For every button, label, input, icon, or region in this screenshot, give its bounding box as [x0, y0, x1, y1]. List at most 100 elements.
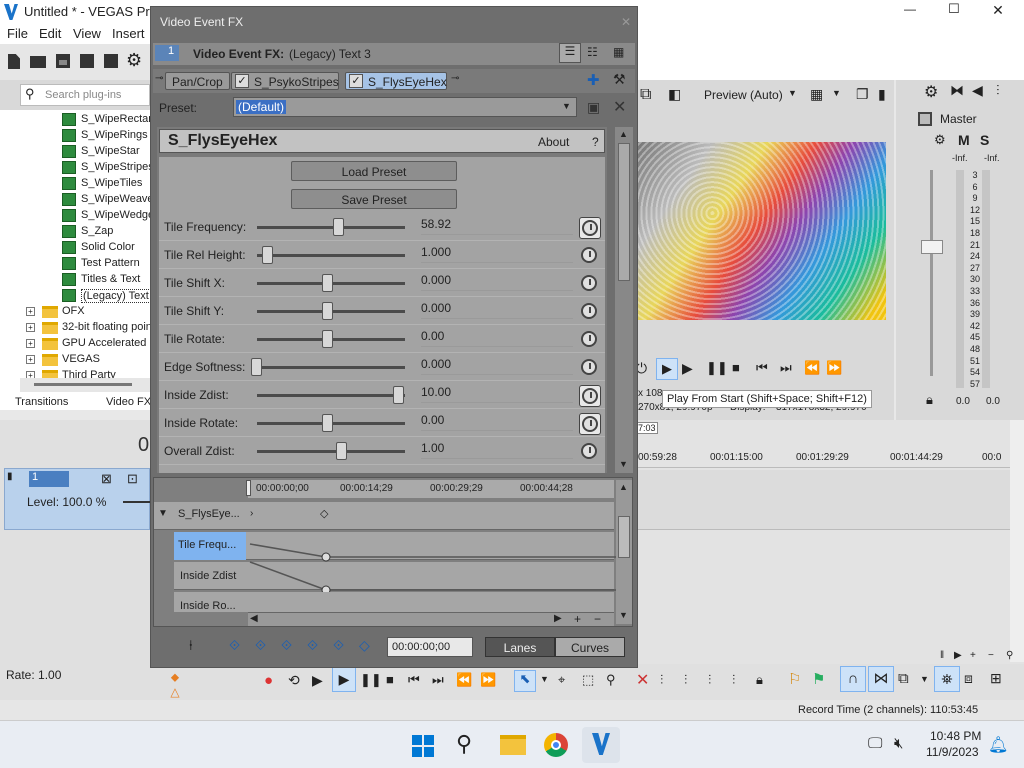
plugin-tree-item[interactable]: S_WipeRings — [0, 128, 150, 144]
go-start-button[interactable]: ⏮ — [408, 672, 420, 688]
dialog-close-button[interactable]: ✕ — [617, 13, 635, 31]
grid-view-icon[interactable]: ▦ — [613, 45, 624, 59]
zoom-icon[interactable]: ⚲ — [1006, 650, 1013, 661]
scroll-left-icon[interactable]: ‖ — [940, 650, 944, 661]
prev-frame-button-main[interactable]: ⏪ — [456, 672, 472, 688]
param-value[interactable]: 58.92 — [421, 213, 573, 235]
more-tools-icon[interactable]: ⊞ — [990, 670, 1002, 687]
about-button[interactable]: About — [538, 135, 569, 149]
plugin-scrollbar[interactable] — [20, 378, 150, 392]
zoom-out-icon[interactable]: − — [594, 612, 601, 626]
expand-icon[interactable]: + — [26, 323, 35, 332]
pause-button-main[interactable]: ❚❚ — [360, 672, 382, 688]
prev-keyframe-icon[interactable]: ⟐ — [255, 637, 266, 654]
play-from-start-button-main[interactable]: ▶ — [312, 672, 323, 689]
help-button[interactable]: ? — [592, 135, 599, 149]
kf-vscroll[interactable]: ▲ ▼ — [616, 480, 632, 624]
add-keyframe-icon[interactable]: ⟐ — [281, 637, 292, 654]
plugin-tree-item[interactable]: Titles & Text — [0, 272, 150, 288]
chevron-down-icon[interactable]: ▼ — [832, 88, 841, 98]
plugin-folder[interactable]: + GPU Accelerated — [0, 336, 150, 352]
kf-hscroll[interactable]: ◀ ▶ + − — [248, 612, 614, 626]
param-slider-thumb[interactable] — [322, 330, 333, 348]
zoom-out-icon[interactable]: − — [988, 650, 994, 661]
eq-icon[interactable]: ⫶ — [996, 82, 1000, 99]
plugin-tree-item[interactable]: S_WipeWeave — [0, 192, 150, 208]
chrome-icon[interactable] — [544, 733, 568, 757]
zoom-tool-icon[interactable]: ⚲ — [606, 672, 616, 688]
last-keyframe-icon[interactable]: ⟐ — [333, 637, 344, 654]
menu-file[interactable]: File — [7, 26, 28, 41]
trim-icon[interactable]: ⫶ — [660, 672, 663, 688]
animate-clock-icon[interactable] — [579, 217, 601, 239]
bypass-icon[interactable]: ⧓ — [950, 82, 964, 99]
next-frame-button-main[interactable]: ⏩ — [480, 672, 496, 688]
vertical-scrollbar[interactable] — [1010, 420, 1024, 662]
forward-button[interactable]: ⏩ — [826, 360, 842, 376]
delete-preset-icon[interactable]: ✕ — [613, 97, 626, 117]
sync-cursor-icon[interactable]: ⍿ — [189, 637, 193, 654]
clock-time[interactable]: 10:48 PM — [930, 729, 981, 743]
play-from-start-button[interactable]: ▶ — [656, 358, 678, 380]
plugin-tree-item[interactable]: S_WipeTiles — [0, 176, 150, 192]
search-box[interactable]: ⚲ Search plug-ins — [20, 84, 150, 106]
scroll-right-icon[interactable]: ▶ — [554, 613, 562, 624]
track-lane[interactable] — [636, 470, 1012, 530]
scroll-down-icon[interactable]: ▼ — [619, 459, 628, 469]
next-frame-button[interactable]: ⏭ — [780, 360, 792, 376]
loop-button[interactable]: ⟲ — [288, 672, 300, 689]
marker-icon[interactable]: ⚐ — [788, 670, 801, 688]
plugin-tree-item[interactable]: S_WipeWedge — [0, 208, 150, 224]
pause-button[interactable]: ❚❚ — [706, 360, 728, 376]
master-fader[interactable] — [921, 240, 943, 254]
speaker-icon[interactable]: ◀ — [972, 82, 983, 99]
split-screen-icon[interactable]: ⧉ — [640, 86, 651, 104]
track-level-slider[interactable] — [123, 501, 151, 503]
master-square-icon[interactable] — [918, 112, 932, 126]
save-preset-icon[interactable]: ▣ — [587, 99, 600, 116]
param-slider-thumb[interactable] — [336, 442, 347, 460]
normal-edit-tool-icon[interactable]: ⬉ — [514, 670, 536, 692]
gear-icon[interactable]: ⚙ — [126, 50, 142, 71]
kf-track-label[interactable]: Tile Frequ... — [174, 532, 246, 560]
param-slider-thumb[interactable] — [322, 274, 333, 292]
rate-slider[interactable]: ⬥ △ — [160, 670, 190, 699]
file-explorer-icon[interactable] — [500, 735, 526, 755]
auto-crossfade-icon[interactable]: ⋈ — [868, 666, 894, 692]
expand-icon[interactable]: + — [26, 339, 35, 348]
param-slider-track[interactable] — [257, 366, 405, 369]
menu-view[interactable]: View — [73, 26, 101, 41]
preview-quality-dropdown[interactable]: Preview (Auto) — [704, 88, 783, 102]
param-slider-thumb[interactable] — [322, 302, 333, 320]
playhead[interactable] — [246, 480, 251, 496]
scroll-right-icon[interactable]: ▶ — [954, 650, 962, 661]
solo-button[interactable]: S — [980, 132, 989, 148]
track-fx-icon[interactable]: ⊠ — [101, 471, 112, 487]
preset-dropdown[interactable]: (Default) ▼ — [233, 97, 577, 117]
gear-icon[interactable]: ⚙ — [924, 82, 938, 102]
volume-muted-icon[interactable]: 🔇︎ — [894, 735, 903, 752]
selection-tool-icon[interactable]: ⬚ — [582, 672, 594, 688]
vegas-taskbar-icon[interactable] — [582, 727, 620, 763]
scroll-up-icon[interactable]: ▲ — [619, 129, 628, 139]
minimize-button[interactable]: — — [896, 2, 924, 16]
save-as-icon[interactable] — [80, 54, 94, 68]
animate-clock-icon[interactable] — [579, 301, 601, 323]
animate-clock-icon[interactable] — [579, 413, 601, 435]
tab-transitions[interactable]: Transitions — [15, 396, 68, 408]
snap-icon[interactable]: ∩ — [840, 666, 866, 692]
plugin-folder[interactable]: + VEGAS — [0, 352, 150, 368]
scroll-up-icon[interactable]: ▲ — [619, 482, 628, 492]
tab-video-fx[interactable]: Video FX — [106, 396, 151, 408]
fx-gear-icon[interactable]: ⚙ — [934, 132, 946, 148]
ripple-icon[interactable]: ⧉ — [898, 670, 909, 687]
param-slider-thumb[interactable] — [251, 358, 262, 376]
plugin-tree-item[interactable]: Solid Color — [0, 240, 150, 256]
track-collapse-icon[interactable]: ▮ — [7, 471, 13, 482]
chevron-down-icon[interactable]: ▼ — [788, 88, 797, 98]
network-icon[interactable]: 🖵︎ — [868, 735, 882, 752]
animate-clock-icon[interactable] — [579, 245, 601, 267]
save-preset-button[interactable]: Save Preset — [291, 189, 457, 209]
plugin-tree-item[interactable]: S_Zap — [0, 224, 150, 240]
rewind-button[interactable]: ⏪ — [804, 360, 820, 376]
